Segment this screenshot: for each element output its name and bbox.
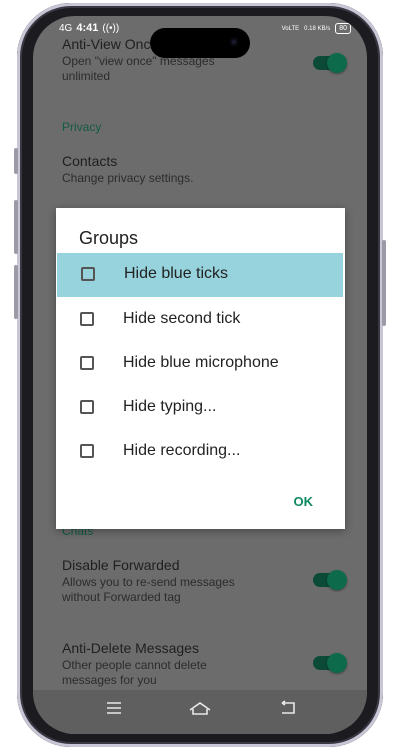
option-hide-typing[interactable]: Hide typing... — [56, 386, 345, 430]
network-speed: 0.18 KB/s — [304, 25, 331, 32]
groups-dialog: Groups Hide blue ticks Hide second tick … — [56, 208, 345, 529]
network-indicator: 4G — [59, 22, 73, 34]
anti-view-once-toggle[interactable] — [313, 53, 347, 73]
setting-anti-delete[interactable]: Anti-Delete Messages Other people cannot… — [62, 640, 207, 688]
toggle-knob — [327, 653, 347, 673]
option-label: Hide blue ticks — [124, 265, 229, 282]
checkbox[interactable] — [80, 444, 94, 458]
battery-icon: 80 — [335, 23, 351, 34]
setting-subtitle: Open "view once" messages unlimited — [62, 54, 215, 83]
checkbox[interactable] — [80, 356, 94, 370]
setting-title: Disable Forwarded — [62, 557, 180, 573]
option-hide-second-tick[interactable]: Hide second tick — [56, 298, 345, 342]
side-button — [382, 240, 386, 326]
option-hide-recording[interactable]: Hide recording... — [56, 430, 345, 474]
navigation-bar — [33, 690, 367, 734]
back-icon[interactable] — [278, 700, 298, 721]
option-hide-blue-ticks[interactable]: Hide blue ticks — [57, 253, 343, 297]
setting-subtitle: Other people cannot delete messages for … — [62, 658, 207, 687]
dialog-title: Groups — [79, 228, 139, 248]
checkbox[interactable] — [81, 267, 95, 281]
anti-delete-toggle[interactable] — [313, 653, 347, 673]
phone-screen: 4G 4:41 ((•)) VoLTE 0.18 KB/s 80 Anti-Vi… — [33, 16, 367, 734]
setting-title: Anti-Delete Messages — [62, 640, 199, 656]
home-icon[interactable] — [188, 700, 212, 721]
side-button — [14, 265, 18, 319]
dynamic-island — [150, 28, 250, 58]
section-privacy: Privacy — [62, 120, 102, 134]
setting-contacts[interactable]: Contacts Change privacy settings. — [62, 153, 193, 186]
clock: 4:41 — [76, 22, 99, 34]
hotspot-icon: ((•)) — [102, 22, 120, 34]
toggle-knob — [327, 53, 347, 73]
side-button — [14, 200, 18, 254]
option-label: Hide typing... — [123, 398, 217, 415]
volte-label: VoLTE — [281, 25, 300, 32]
option-label: Hide blue microphone — [123, 354, 279, 371]
option-label: Hide second tick — [123, 310, 241, 327]
checkbox[interactable] — [80, 312, 94, 326]
checkbox[interactable] — [80, 400, 94, 414]
toggle-knob — [327, 570, 347, 590]
disable-forwarded-toggle[interactable] — [313, 570, 347, 590]
option-label: Hide recording... — [123, 442, 241, 459]
setting-title: Contacts — [62, 153, 118, 169]
setting-disable-forwarded[interactable]: Disable Forwarded Allows you to re-send … — [62, 557, 235, 605]
setting-subtitle: Allows you to re-send messages without F… — [62, 575, 235, 604]
menu-icon[interactable] — [105, 700, 123, 721]
camera-icon — [230, 38, 238, 46]
ok-button[interactable]: OK — [294, 494, 314, 509]
option-hide-blue-microphone[interactable]: Hide blue microphone — [56, 342, 345, 386]
setting-subtitle: Change privacy settings. — [62, 171, 194, 185]
side-button — [14, 148, 18, 174]
